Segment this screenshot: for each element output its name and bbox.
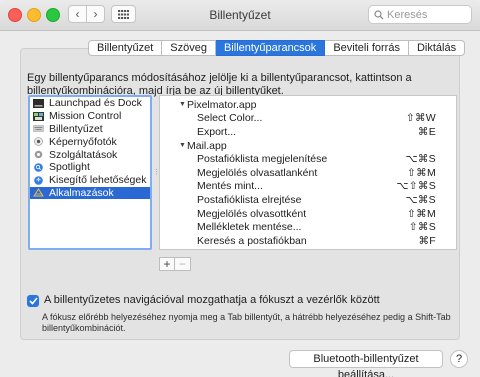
tab-dictation[interactable]: Diktálás [408,40,466,56]
search-input[interactable] [384,8,471,21]
shortcut-row[interactable]: Postafióklista megjelenítése ⌥⌘S [160,152,456,166]
category-label: Kisegítő lehetőségek [49,174,147,187]
shortcut-keys[interactable]: ⌥⇧⌘S [396,180,436,192]
shortcut-keys[interactable]: ⌘F [418,235,436,247]
screenshot-icon [34,137,43,147]
shortcut-row[interactable]: Keresés a postafiókban ⌘F [160,234,456,248]
shortcut-row[interactable]: Megjelölés olvasottként ⇧⌘M [160,207,456,221]
shortcut-row[interactable]: Mellékletek mentése... ⇧⌘S [160,220,456,234]
shortcut-command-label: Mentés mint... [197,180,263,193]
category-list[interactable]: Launchpad és Dock Mission Control Billen… [28,95,152,250]
category-screenshots[interactable]: Képernyőfotók [30,135,150,148]
shortcut-row[interactable]: Mentés mint... ⌥⇧⌘S [160,180,456,194]
category-keyboard[interactable]: Billentyűzet [30,123,150,136]
shortcut-row[interactable]: Select Color... ⇧⌘W [160,112,456,126]
shortcut-command-label: Select Color... [197,112,263,125]
accessibility-icon [34,175,43,185]
category-label: Mission Control [49,110,122,123]
disclosure-triangle-icon[interactable]: ▼ [179,101,186,108]
category-label: Alkalmazások [49,186,114,199]
pane-splitter-handle[interactable]: ⋮ [153,168,160,178]
shortcut-command-label: Export... [197,125,237,138]
tab-input-sources[interactable]: Beviteli forrás [325,40,409,56]
apps-icon [33,188,44,197]
tab-keyboard[interactable]: Billentyűzet [88,40,163,56]
search-icon [374,9,384,19]
category-label: Billentyűzet [49,122,103,135]
keyboard-navigation-label[interactable]: A billentyűzetes navigációval mozgathatj… [44,294,380,306]
help-button[interactable]: ? [450,350,468,368]
category-label: Spotlight [49,161,90,174]
category-launchpad-dock[interactable]: Launchpad és Dock [30,97,150,110]
launchpad-dock-icon [33,98,44,108]
app-group-row[interactable]: ▼ Pixelmator.app [160,98,456,112]
category-label: Képernyőfotók [49,135,117,148]
shortcut-command-label: Megjelölés olvasatlanként [197,166,318,179]
mission-control-icon [33,111,44,121]
search-field[interactable] [368,5,472,24]
keyboard-navigation-checkbox[interactable] [27,295,39,307]
shortcut-keys[interactable]: ⇧⌘S [409,221,436,233]
add-shortcut-button[interactable]: + [159,257,175,271]
titlebar: ‹ › Billentyűzet [0,0,480,31]
spotlight-icon [34,163,43,172]
tab-bar: Billentyűzet Szöveg Billentyűparancsok B… [88,40,466,56]
keyboard-icon [33,125,44,133]
app-group-label: Pixelmator.app [187,98,257,111]
app-group-row[interactable]: ▼ Mail.app [160,139,456,153]
shortcut-command-label: Keresés a postafiókban [197,234,307,247]
category-services[interactable]: Szolgáltatások [30,148,150,161]
shortcut-keys[interactable]: ⌥⌘S [405,153,436,165]
preferences-window: ‹ › Billentyűzet Billentyűzet Szöveg Bil… [0,0,480,377]
category-applications[interactable]: Alkalmazások [30,186,150,200]
tab-text[interactable]: Szöveg [162,40,216,56]
shortcut-keys[interactable]: ⇧⌘W [406,112,436,124]
shortcut-keys[interactable]: ⇧⌘M [407,208,436,220]
tab-shortcuts[interactable]: Billentyűparancsok [215,40,326,56]
remove-shortcut-button[interactable]: − [175,257,191,271]
shortcut-list[interactable]: ▼ Pixelmator.app Select Color... ⇧⌘W Exp… [159,95,457,250]
category-spotlight[interactable]: Spotlight [30,161,150,174]
shortcut-command-label: Postafióklista megjelenítése [197,153,328,166]
bluetooth-keyboard-setup-button[interactable]: Bluetooth-billentyűzet beállítása... [289,350,443,377]
shortcut-keys[interactable]: ⌥⌘S [405,194,436,206]
shortcut-row[interactable]: Export... ⌘E [160,125,456,139]
category-mission-control[interactable]: Mission Control [30,110,150,123]
shortcut-command-label: Postafióklista elrejtése [197,193,302,206]
shortcut-keys[interactable]: ⌘E [418,126,436,138]
category-label: Launchpad és Dock [49,97,142,110]
shortcut-command-label: Megjelölés olvasottként [197,207,307,220]
category-accessibility[interactable]: Kisegítő lehetőségek [30,174,150,187]
add-remove-controls: + − [159,257,191,271]
shortcut-command-label: Mellékletek mentése... [197,221,302,234]
services-gear-icon [34,150,43,159]
keyboard-navigation-hint: A fókusz előrébb helyezéséhez nyomja meg… [42,312,451,333]
shortcut-row[interactable]: Megjelölés olvasatlanként ⇧⌘M [160,166,456,180]
category-label: Szolgáltatások [49,148,118,161]
shortcut-row[interactable]: Postafióklista elrejtése ⌥⌘S [160,193,456,207]
app-group-label: Mail.app [187,139,227,152]
checkmark-icon [28,297,38,305]
disclosure-triangle-icon[interactable]: ▼ [179,142,186,149]
shortcut-keys[interactable]: ⇧⌘M [407,167,436,179]
